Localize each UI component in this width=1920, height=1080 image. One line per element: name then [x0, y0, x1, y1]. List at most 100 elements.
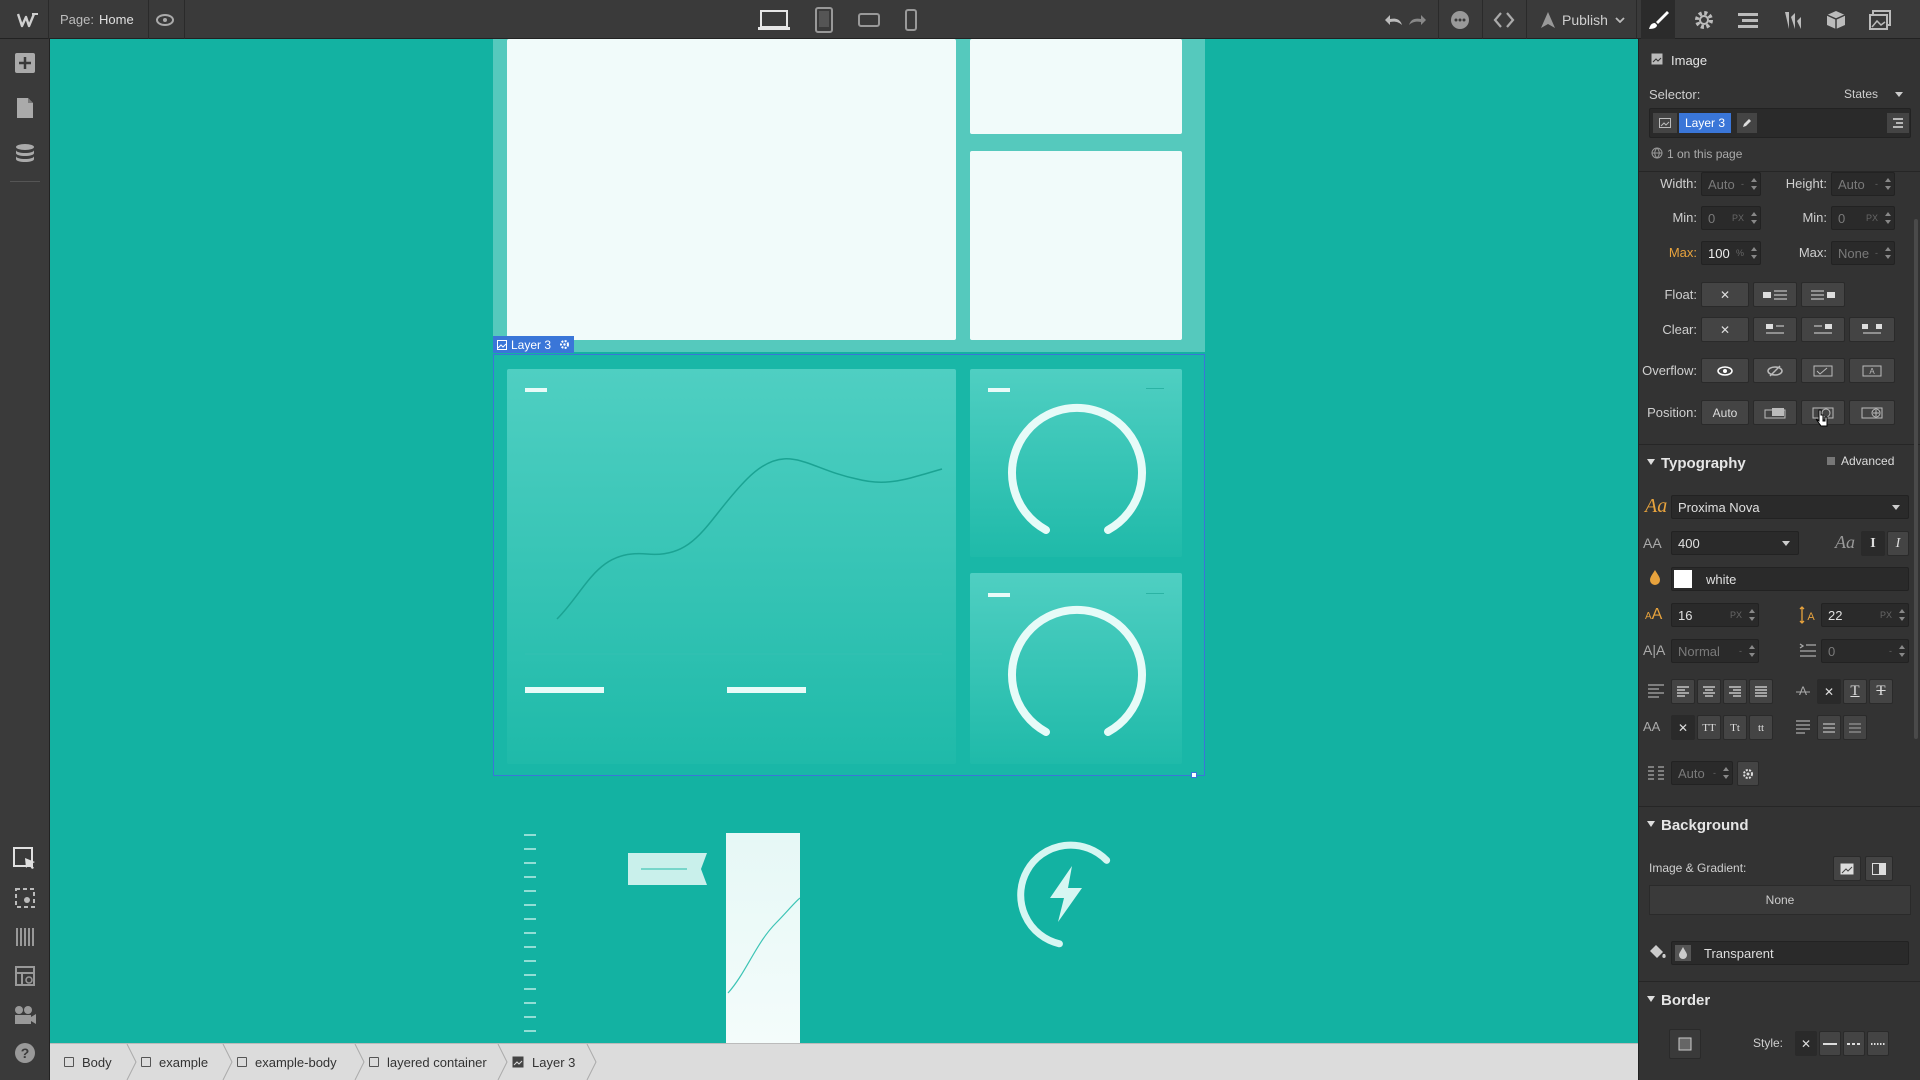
publish-button[interactable]: Publish	[1562, 12, 1608, 28]
text-color-field[interactable]: white	[1671, 567, 1909, 591]
direction-ltr-button[interactable]	[1817, 715, 1841, 740]
align-center-button[interactable]	[1697, 679, 1721, 704]
font-size-input[interactable]: 16 PX	[1671, 603, 1759, 627]
stepper-icon[interactable]	[1884, 210, 1892, 226]
breadcrumb-body[interactable]: Body	[50, 1044, 112, 1080]
font-style-normal-button[interactable]: I	[1861, 531, 1885, 556]
transform-none-button[interactable]: ✕	[1671, 715, 1695, 740]
stepper-icon[interactable]	[1898, 643, 1906, 659]
states-chevron-down-icon[interactable]	[1895, 92, 1903, 98]
stepper-icon[interactable]	[1750, 176, 1758, 192]
overflow-visible-button[interactable]	[1701, 358, 1749, 383]
color-swatch[interactable]	[1674, 570, 1692, 588]
float-left-button[interactable]	[1753, 282, 1797, 307]
border-style-solid-button[interactable]	[1819, 1031, 1841, 1056]
align-justify-button[interactable]	[1749, 679, 1773, 704]
code-export-icon[interactable]	[1490, 6, 1518, 34]
border-section-header[interactable]: Border	[1639, 981, 1920, 1017]
stepper-icon[interactable]	[1884, 245, 1892, 261]
breadcrumb-example-body[interactable]: example-body	[223, 1044, 337, 1080]
position-relative-button[interactable]	[1753, 400, 1797, 425]
breadcrumb-layered-container[interactable]: layered container	[355, 1044, 487, 1080]
comments-icon[interactable]	[1446, 6, 1474, 34]
breadcrumb-layer-3[interactable]: Layer 3	[498, 1044, 575, 1080]
border-all-sides-button[interactable]	[1669, 1029, 1701, 1059]
style-brush-icon[interactable]	[1641, 0, 1675, 39]
design-canvas[interactable]: Layer 3	[50, 39, 1638, 1043]
webflow-logo-icon[interactable]	[14, 6, 42, 34]
height-input[interactable]: Auto -	[1831, 172, 1895, 196]
interactions-icon[interactable]	[1778, 6, 1806, 34]
border-style-none-button[interactable]: ✕	[1795, 1031, 1817, 1056]
symbols-cube-icon[interactable]	[1822, 6, 1850, 34]
resize-handle[interactable]	[1191, 772, 1197, 778]
font-weight-select[interactable]: 400	[1671, 531, 1799, 555]
align-left-button[interactable]	[1671, 679, 1695, 704]
clear-right-button[interactable]	[1801, 317, 1845, 342]
assets-images-icon[interactable]	[1866, 6, 1894, 34]
panel-scrollbar[interactable]	[1914, 219, 1918, 739]
clear-left-button[interactable]	[1753, 317, 1797, 342]
element-settings-gear-icon[interactable]	[559, 339, 570, 350]
float-right-button[interactable]	[1801, 282, 1845, 307]
advanced-toggle[interactable]: Advanced	[1827, 454, 1894, 468]
decoration-none-button[interactable]: ✕	[1817, 679, 1841, 704]
stepper-icon[interactable]	[1898, 607, 1906, 623]
transparent-drop-icon[interactable]	[1675, 945, 1691, 961]
position-fixed-button[interactable]	[1849, 400, 1895, 425]
settings-gear-icon[interactable]	[1690, 6, 1718, 34]
text-indent-input[interactable]: 0-	[1821, 639, 1909, 663]
stepper-icon[interactable]	[1748, 607, 1756, 623]
stepper-icon[interactable]	[1884, 176, 1892, 192]
overflow-auto-button[interactable]: A	[1849, 358, 1895, 383]
float-none-button[interactable]: ✕	[1701, 282, 1749, 307]
transform-lowercase-button[interactable]: tt	[1749, 715, 1773, 740]
add-image-button[interactable]	[1833, 856, 1861, 881]
page-name[interactable]: Home	[99, 12, 134, 27]
min-width-input[interactable]: 0 PX	[1701, 206, 1761, 230]
stepper-icon[interactable]	[1750, 210, 1758, 226]
overflow-hidden-button[interactable]	[1753, 358, 1797, 383]
preview-eye-icon[interactable]	[151, 6, 179, 34]
line-height-input[interactable]: 22 PX	[1821, 603, 1909, 627]
pages-icon[interactable]	[12, 95, 38, 121]
breadcrumb-example[interactable]: example	[127, 1044, 208, 1080]
desktop-view-icon[interactable]	[757, 6, 791, 34]
xray-layout-icon[interactable]	[12, 963, 38, 989]
columns-input[interactable]: Auto -	[1671, 761, 1733, 785]
add-elements-icon[interactable]	[12, 50, 38, 76]
selector-menu-button[interactable]	[1887, 113, 1909, 133]
background-color-field[interactable]: Transparent	[1671, 941, 1909, 965]
direction-rtl-button[interactable]	[1843, 715, 1867, 740]
show-edges-icon[interactable]	[12, 885, 38, 911]
selector-class-tag[interactable]: Layer 3	[1679, 113, 1732, 133]
selected-element-tag[interactable]: Layer 3	[493, 336, 575, 353]
help-icon[interactable]: ?	[12, 1040, 38, 1066]
clear-none-button[interactable]: ✕	[1701, 317, 1749, 342]
position-auto-button[interactable]: Auto	[1701, 400, 1749, 425]
stepper-icon[interactable]	[1748, 643, 1756, 659]
decoration-strike-button[interactable]: T	[1869, 679, 1893, 704]
navigator-icon[interactable]	[1734, 6, 1762, 34]
overflow-scroll-button[interactable]	[1801, 358, 1845, 383]
stepper-icon[interactable]	[1750, 245, 1758, 261]
add-gradient-button[interactable]	[1865, 856, 1893, 881]
font-style-italic-button[interactable]: I	[1887, 531, 1909, 556]
video-tutorials-icon[interactable]	[12, 1002, 38, 1028]
mobile-portrait-view-icon[interactable]	[897, 6, 925, 34]
publish-chevron-down-icon[interactable]	[1612, 6, 1628, 34]
background-image-list[interactable]: None	[1649, 885, 1911, 915]
width-input[interactable]: Auto -	[1701, 172, 1761, 196]
states-dropdown[interactable]: States	[1844, 87, 1878, 101]
tablet-view-icon[interactable]	[810, 6, 838, 34]
grid-overlay-icon[interactable]	[12, 924, 38, 950]
cms-database-icon[interactable]	[12, 141, 38, 167]
decoration-underline-button[interactable]: T	[1843, 679, 1867, 704]
min-height-input[interactable]: 0 PX	[1831, 206, 1895, 230]
clear-both-button[interactable]	[1849, 317, 1895, 342]
letter-spacing-input[interactable]: Normal -	[1671, 639, 1759, 663]
redo-icon[interactable]	[1405, 6, 1429, 34]
select-element-icon[interactable]	[12, 846, 38, 872]
stepper-icon[interactable]	[1722, 765, 1730, 781]
align-right-button[interactable]	[1723, 679, 1747, 704]
